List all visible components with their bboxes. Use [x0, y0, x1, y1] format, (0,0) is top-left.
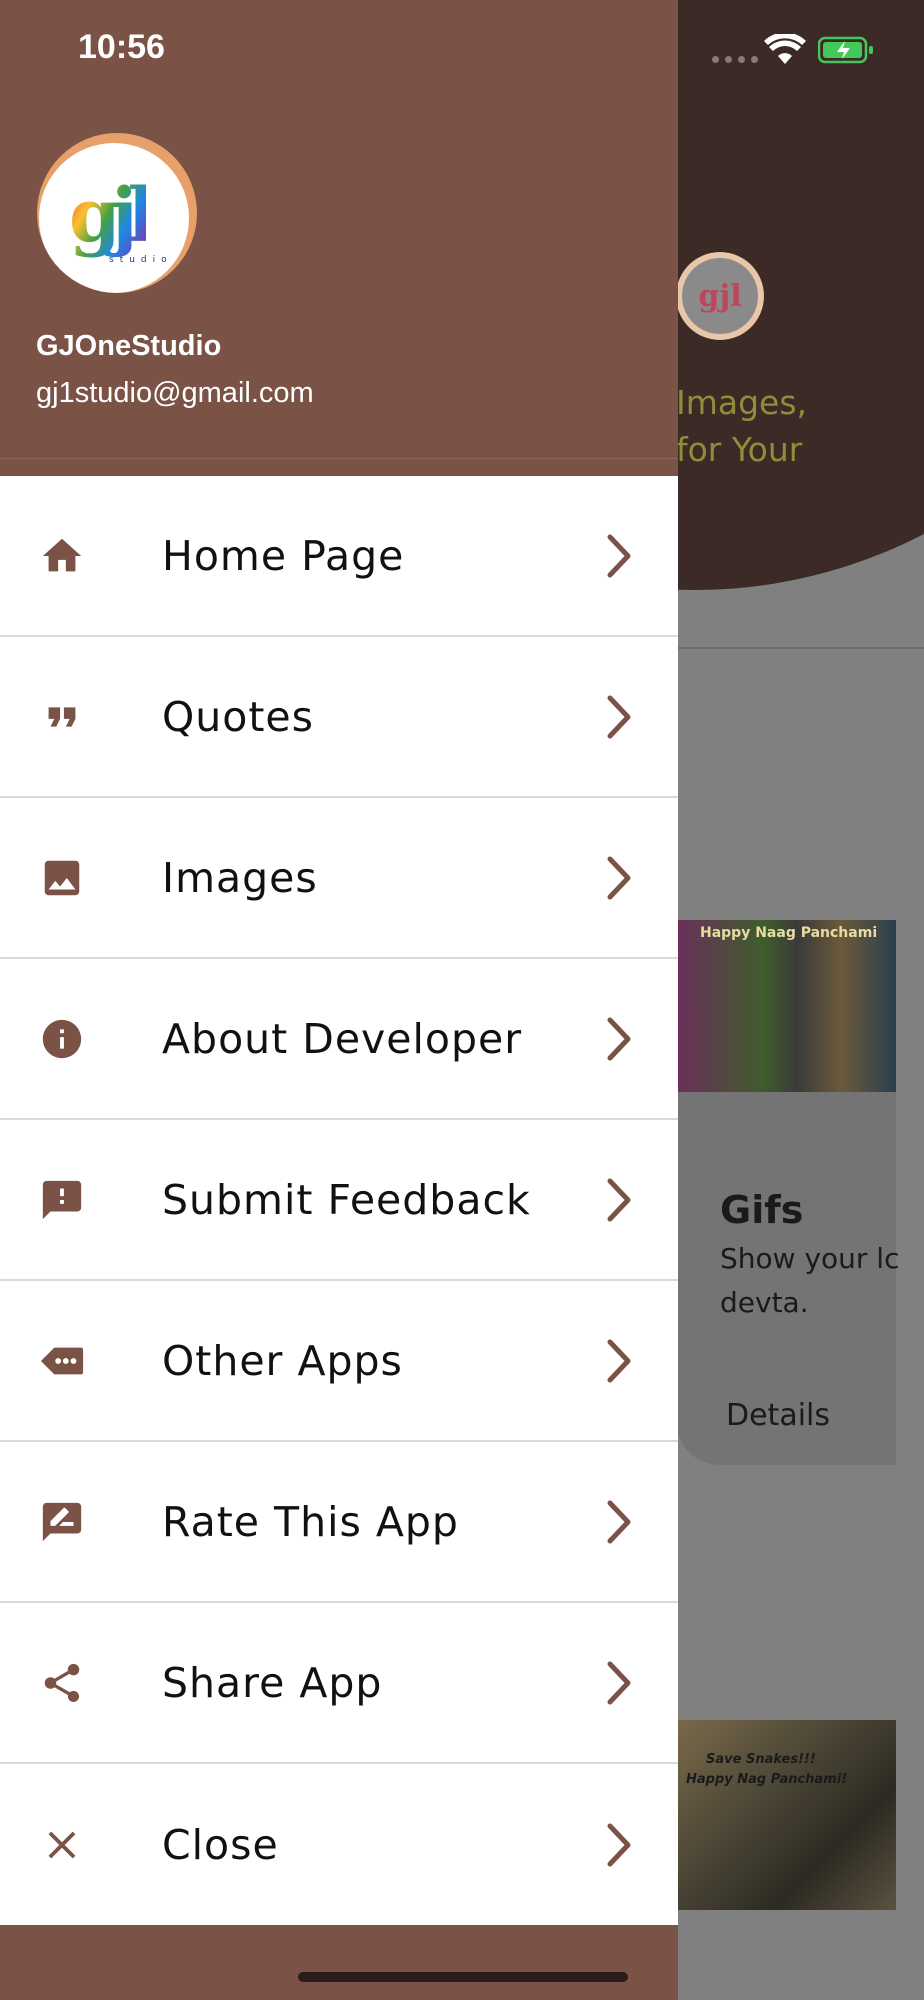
menu-item-images[interactable]: Images [0, 798, 678, 959]
avatar-logo: gjl [69, 173, 156, 259]
bg-snake-image [676, 1720, 896, 1910]
home-indicator[interactable] [298, 1972, 628, 1982]
bg-card-desc-line2: devta. [720, 1286, 809, 1319]
menu-item-rate-this-app[interactable]: Rate This App [0, 1442, 678, 1603]
header-divider [0, 458, 678, 459]
bg-card-image-caption: Happy Naag Panchami [700, 925, 878, 941]
avatar-logo-subtitle: studio [109, 255, 173, 265]
status-time: 10:56 [78, 28, 165, 66]
menu-item-label: Rate This App [162, 1497, 459, 1546]
quote-icon [38, 693, 86, 741]
menu-item-share-app[interactable]: Share App [0, 1603, 678, 1764]
navigation-drawer: 10:56 gjl studio GJOneStudio gj1studio@g… [0, 0, 678, 2000]
more-apps-icon [38, 1337, 86, 1385]
menu-item-quotes[interactable]: Quotes [0, 637, 678, 798]
share-icon [38, 1659, 86, 1707]
chevron-right-icon [607, 1017, 631, 1060]
bg-tagline-line2: for Your [676, 430, 803, 469]
menu-item-label: Other Apps [162, 1336, 403, 1385]
info-icon [38, 1015, 86, 1063]
menu-item-about-developer[interactable]: About Developer [0, 959, 678, 1120]
battery-icon [818, 36, 873, 64]
menu-item-label: Quotes [162, 692, 315, 741]
chevron-right-icon [607, 856, 631, 899]
rate-icon [38, 1498, 86, 1546]
home-icon [38, 532, 86, 580]
menu-item-label: Close [162, 1820, 279, 1869]
bg-logo-text: gjl [682, 258, 758, 334]
bg-card-title: Gifs [720, 1188, 804, 1232]
avatar-background: gjl studio [39, 143, 189, 293]
chevron-right-icon [607, 1178, 631, 1221]
chevron-right-icon [607, 1339, 631, 1382]
bg-card-desc-line1: Show your lc [720, 1242, 900, 1275]
menu-item-label: Images [162, 853, 318, 902]
drawer-menu: Home Page Quotes Images About Developer [0, 476, 678, 1925]
wifi-icon [764, 34, 806, 64]
menu-item-label: Submit Feedback [162, 1175, 531, 1224]
close-icon [38, 1821, 86, 1869]
user-name: GJOneStudio [36, 330, 222, 362]
bg-divider [676, 647, 924, 649]
avatar: gjl studio [37, 133, 197, 293]
bg-app-logo: gjl [676, 252, 764, 340]
menu-item-label: Home Page [162, 531, 405, 580]
bg-snake-caption-line1: Save Snakes!!! [706, 1752, 816, 1767]
bg-card-image [676, 920, 896, 1092]
bg-tagline-line1: Images, [676, 383, 808, 422]
bg-details-button: Details [726, 1398, 831, 1433]
menu-item-home-page[interactable]: Home Page [0, 476, 678, 637]
user-email: gj1studio@gmail.com [36, 377, 314, 409]
menu-item-close[interactable]: Close [0, 1764, 678, 1925]
signal-icon [712, 56, 758, 63]
chevron-right-icon [607, 695, 631, 738]
menu-item-submit-feedback[interactable]: Submit Feedback [0, 1120, 678, 1281]
menu-item-other-apps[interactable]: Other Apps [0, 1281, 678, 1442]
chevron-right-icon [607, 534, 631, 577]
image-icon [38, 854, 86, 902]
feedback-icon [38, 1176, 86, 1224]
chevron-right-icon [607, 1500, 631, 1543]
chevron-right-icon [607, 1823, 631, 1866]
chevron-right-icon [607, 1661, 631, 1704]
bg-snake-caption-line2: Happy Nag Panchami! [686, 1772, 848, 1787]
menu-item-label: Share App [162, 1658, 383, 1707]
menu-item-label: About Developer [162, 1014, 523, 1063]
